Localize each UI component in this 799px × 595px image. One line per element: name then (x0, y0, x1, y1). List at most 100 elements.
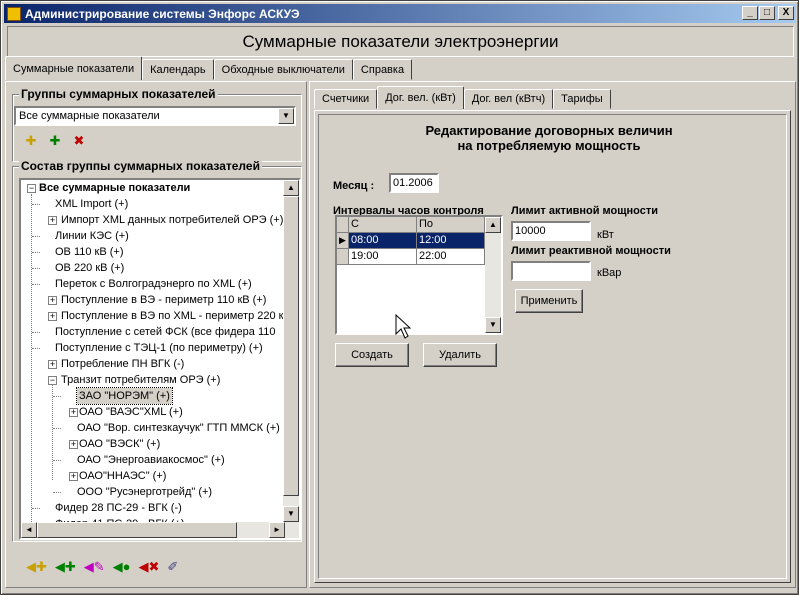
composition-title: Состав группы суммарных показателей (19, 159, 262, 173)
scroll-thumb[interactable] (283, 196, 299, 496)
add-group-icon[interactable]: ✚ (22, 132, 40, 150)
scroll-right-icon[interactable]: ► (269, 522, 285, 538)
maximize-button[interactable]: □ (759, 6, 775, 20)
expand-icon[interactable]: + (48, 360, 57, 369)
scroll-down-icon[interactable]: ▼ (283, 506, 299, 522)
scroll-thumb[interactable] (37, 522, 237, 538)
scroll-up-icon[interactable]: ▲ (283, 180, 299, 196)
expand-icon[interactable]: + (69, 472, 78, 481)
tree-item[interactable]: ОАО"ННАЭС" (+) (79, 468, 166, 484)
collapse-icon[interactable]: − (27, 184, 36, 193)
group-select[interactable]: Все суммарные показатели ▼ (14, 106, 296, 126)
composition-tree[interactable]: − Все суммарные показатели XML Import (+… (19, 178, 301, 540)
expand-icon[interactable]: + (69, 408, 78, 417)
groups-title: Группы суммарных показателей (19, 87, 218, 101)
create-button[interactable]: Создать (335, 343, 409, 367)
tree-item[interactable]: Поступление в ВЭ - периметр 110 кВ (+) (61, 292, 266, 308)
sub-tabs: Счетчики Дог. вел. (кВт) Дог. вел (кВтч)… (314, 86, 611, 109)
tree-item[interactable]: Поступление с ТЭЦ-1 (по периметру) (+) (55, 340, 263, 356)
tree-item[interactable]: ОАО "ВАЭС"XML (+) (79, 404, 183, 420)
main-window: Администрирование системы Энфорс АСКУЭ _… (0, 0, 799, 595)
tab-summary[interactable]: Суммарные показатели (5, 56, 143, 80)
col-to-header[interactable]: По (417, 217, 485, 233)
delete-button[interactable]: Удалить (423, 343, 497, 367)
close-button[interactable]: X (778, 6, 794, 20)
form-title-line2: на потребляемую мощность (457, 138, 641, 153)
form-title-line1: Редактирование договорных величин (425, 123, 673, 138)
scroll-left-icon[interactable]: ◄ (21, 522, 37, 538)
add-subitem-icon[interactable]: ◀✚ (55, 559, 76, 575)
contract-form: Редактирование договорных величин на пот… (318, 114, 787, 579)
grid-cell[interactable]: 08:00 (349, 233, 417, 249)
grid-cell[interactable]: 22:00 (417, 249, 485, 265)
right-panel: Счетчики Дог. вел. (кВт) Дог. вел (кВтч)… (309, 81, 796, 588)
intervals-grid[interactable]: С По ▶ 08:00 12:00 19:00 22:00 ▲ ▼ (335, 215, 503, 335)
expand-icon[interactable]: + (48, 296, 57, 305)
tree-horizontal-scrollbar[interactable]: ◄ ► (21, 522, 285, 538)
reactive-limit-input[interactable] (511, 261, 591, 281)
tab-contract-kw[interactable]: Дог. вел. (кВт) (377, 86, 464, 109)
chevron-down-icon[interactable]: ▼ (278, 108, 294, 124)
tree-item[interactable]: Потребление ПН ВГК (-) (61, 356, 184, 372)
properties-icon[interactable]: ✐ (167, 559, 178, 575)
expand-icon[interactable]: + (48, 312, 57, 321)
contract-panel: Редактирование договорных величин на пот… (314, 110, 791, 583)
tab-help[interactable]: Справка (352, 59, 413, 80)
delete-item-icon[interactable]: ◀✖ (139, 559, 160, 575)
tab-bypass-switches[interactable]: Обходные выключатели (213, 59, 353, 80)
tree-item[interactable]: ООО "Русэнерготрейд" (+) (77, 484, 212, 500)
main-tabs: Суммарные показатели Календарь Обходные … (5, 56, 413, 80)
active-limit-label: Лимит активной мощности (511, 205, 659, 217)
tab-contract-kwh[interactable]: Дог. вел (кВтч) (463, 89, 554, 109)
tab-calendar[interactable]: Календарь (142, 59, 214, 80)
tree-vertical-scrollbar[interactable]: ▲ ▼ (283, 180, 299, 538)
collapse-icon[interactable]: − (48, 376, 57, 385)
tree-toolbar: ◀✚ ◀✚ ◀✎ ◀● ◀✖ ✐ (26, 559, 178, 575)
tree-item[interactable]: Линии КЭС (+) (55, 228, 129, 244)
tree-item[interactable]: Поступление в ВЭ по XML - периметр 220 к… (61, 308, 291, 324)
grid-scrollbar[interactable]: ▲ ▼ (485, 217, 501, 333)
reactive-limit-label: Лимит реактивной мощности (511, 245, 671, 257)
expand-icon[interactable]: + (69, 440, 78, 449)
tree-item[interactable]: ОАО "Вор. синтезкаучук" ГТП ММСК (+) (77, 420, 280, 436)
expand-icon[interactable]: + (48, 216, 57, 225)
reactive-unit: кВар (597, 267, 622, 279)
move-item-icon[interactable]: ◀● (113, 559, 131, 575)
apply-button[interactable]: Применить (515, 289, 583, 313)
grid-cell[interactable]: 19:00 (349, 249, 417, 265)
tab-meters[interactable]: Счетчики (314, 89, 378, 109)
tree-item[interactable]: ОАО "ВЭСК" (+) (79, 436, 160, 452)
left-panel: Группы суммарных показателей Все суммарн… (5, 81, 307, 588)
form-title: Редактирование договорных величин на пот… (319, 123, 779, 153)
tree-item[interactable]: XML Import (+) (55, 196, 128, 212)
tree-item-selected[interactable]: ЗАО "НОРЭМ" (+) (76, 387, 173, 405)
grid-cell[interactable]: 12:00 (417, 233, 485, 249)
tree-item[interactable]: Поступление с сетей ФСК (все фидера 110 (55, 324, 276, 340)
month-label: Месяц : (333, 180, 375, 192)
app-icon (7, 6, 21, 21)
edit-group-icon[interactable]: ✚ (46, 132, 64, 150)
mouse-cursor-icon (395, 314, 411, 339)
scroll-down-icon[interactable]: ▼ (485, 317, 501, 333)
delete-group-icon[interactable]: ✖ (70, 132, 88, 150)
minimize-button[interactable]: _ (742, 6, 758, 20)
scroll-up-icon[interactable]: ▲ (485, 217, 501, 233)
col-from-header[interactable]: С (349, 217, 417, 233)
tree-item[interactable]: Фидер 28 ПС-29 - ВГК (-) (55, 500, 182, 516)
add-item-icon[interactable]: ◀✚ (26, 559, 47, 575)
tree-item[interactable]: Транзит потребителям ОРЭ (+) (61, 372, 220, 388)
edit-item-icon[interactable]: ◀✎ (84, 559, 105, 575)
month-input[interactable]: 01.2006 (389, 173, 439, 193)
tree-item[interactable]: ОВ 220 кВ (+) (55, 260, 124, 276)
page-title: Суммарные показатели электроэнергии (7, 26, 794, 57)
active-limit-input[interactable]: 10000 (511, 221, 591, 241)
tree-item[interactable]: Переток с Волгоградэнерго по XML (+) (55, 276, 252, 292)
tree-item[interactable]: ОАО "Энергоавиакосмос" (+) (77, 452, 225, 468)
window-title: Администрирование системы Энфорс АСКУЭ (25, 6, 300, 21)
title-bar[interactable]: Администрирование системы Энфорс АСКУЭ _… (4, 4, 796, 23)
tree-root[interactable]: Все суммарные показатели (39, 180, 190, 196)
tree-item[interactable]: Импорт XML данных потребителей ОРЭ (+) (61, 212, 283, 228)
tab-tariffs[interactable]: Тарифы (553, 89, 611, 109)
groups-groupbox: Группы суммарных показателей (12, 87, 302, 162)
tree-item[interactable]: ОВ 110 кВ (+) (55, 244, 124, 260)
